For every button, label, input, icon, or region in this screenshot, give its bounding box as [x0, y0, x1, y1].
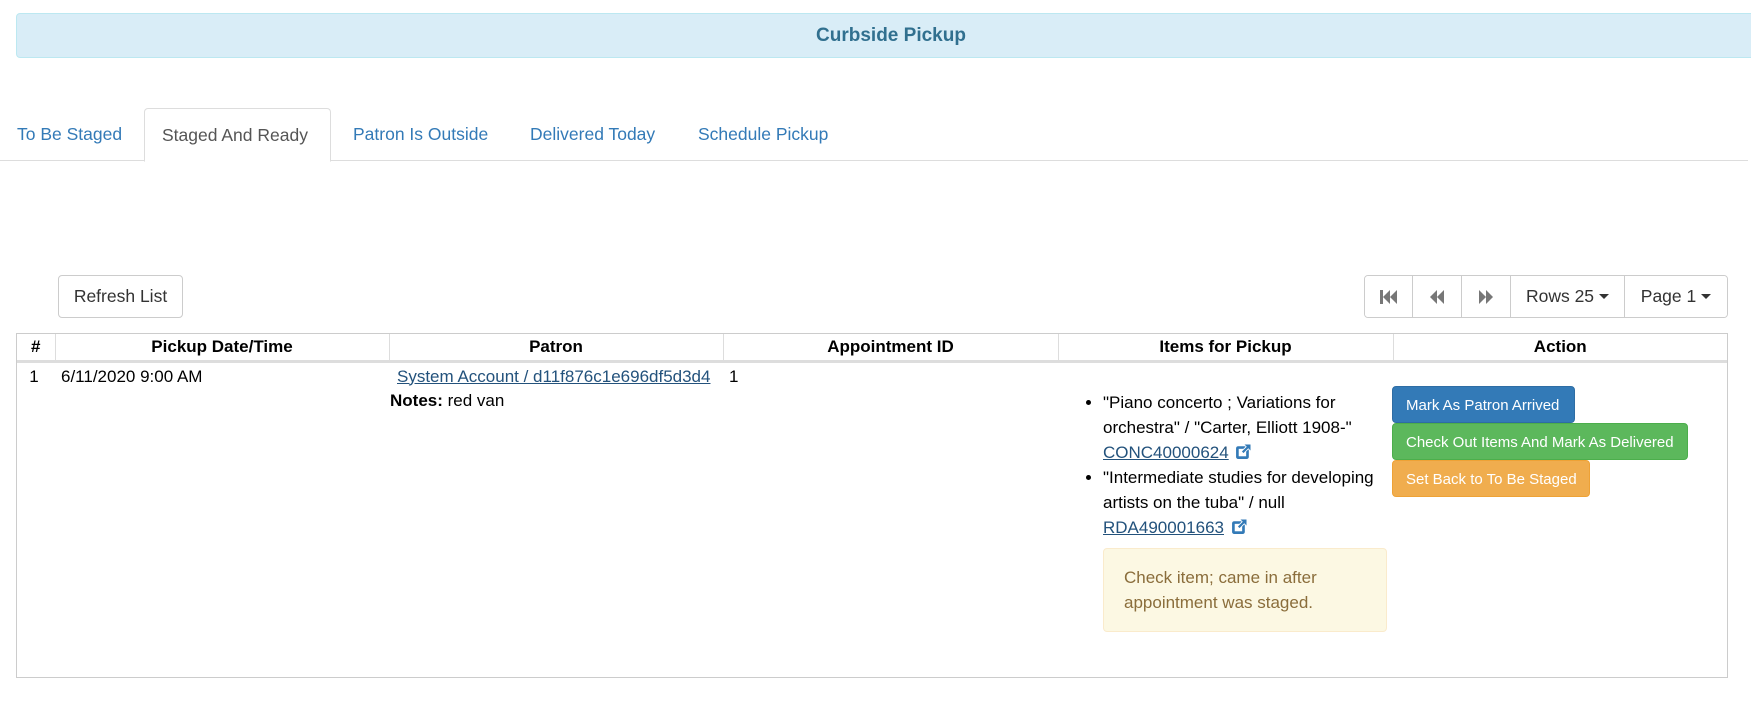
pager: Rows 25 Page 1: [1364, 275, 1728, 318]
column-header-patron[interactable]: Patron: [389, 334, 724, 363]
notes-label: Notes:: [390, 390, 443, 410]
item-title: "Intermediate studies for developing art…: [1103, 467, 1374, 512]
patron-cell: System Account / d11f876c1e696df5d3d4 No…: [389, 361, 723, 634]
previous-page-button[interactable]: [1413, 276, 1462, 317]
caret-down-icon: [1599, 294, 1610, 299]
item-title: "Piano concerto ; Variations for orchest…: [1103, 392, 1352, 437]
forward-icon: [1479, 289, 1493, 304]
tab-delivered-today[interactable]: Delivered Today: [513, 108, 672, 161]
items-list: "Piano concerto ; Variations for orchest…: [1058, 390, 1393, 540]
column-header-action[interactable]: Action: [1393, 334, 1727, 363]
item-warning-alert: Check item; came in after appointment wa…: [1103, 547, 1387, 632]
next-page-button[interactable]: [1462, 276, 1511, 317]
column-header-number[interactable]: #: [17, 334, 56, 363]
checkout-and-deliver-button[interactable]: Check Out Items And Mark As Delivered: [1392, 423, 1688, 460]
backward-icon: [1430, 289, 1444, 304]
column-header-pickup-datetime[interactable]: Pickup Date/Time: [55, 334, 390, 363]
items-cell: "Piano concerto ; Variations for orchest…: [1058, 361, 1393, 634]
tab-patron-is-outside[interactable]: Patron Is Outside: [336, 108, 505, 161]
tab-schedule-pickup[interactable]: Schedule Pickup: [681, 108, 845, 161]
page-banner: Curbside Pickup: [16, 13, 1751, 58]
rows-per-page-dropdown[interactable]: Rows 25: [1511, 276, 1625, 317]
page-label: Page 1: [1640, 286, 1697, 306]
fast-backward-icon: [1379, 289, 1397, 304]
page-title: Curbside Pickup: [816, 25, 966, 46]
patron-notes: Notes: red van: [390, 389, 719, 413]
caret-down-icon: [1701, 294, 1712, 299]
external-link-icon[interactable]: [1231, 518, 1248, 535]
rows-per-page-label: Rows 25: [1525, 286, 1595, 306]
patron-link[interactable]: System Account / d11f876c1e696df5d3d4: [396, 365, 719, 389]
set-back-to-staged-button[interactable]: Set Back to To Be Staged: [1392, 460, 1590, 497]
tab-bar: To Be Staged Staged And Ready Patron Is …: [0, 108, 1748, 162]
row-number: 1: [29, 366, 39, 386]
table-header-row: # Pickup Date/Time Patron Appointment ID…: [17, 334, 1727, 363]
tab-staged-and-ready[interactable]: Staged And Ready: [144, 108, 331, 162]
page-dropdown[interactable]: Page 1: [1625, 276, 1727, 317]
appointments-table: # Pickup Date/Time Patron Appointment ID…: [16, 333, 1728, 678]
list-item: "Intermediate studies for developing art…: [1103, 465, 1393, 540]
column-header-items-for-pickup[interactable]: Items for Pickup: [1058, 334, 1394, 363]
notes-text: red van: [442, 390, 505, 410]
list-item: "Piano concerto ; Variations for orchest…: [1103, 390, 1393, 465]
column-header-appointment-id[interactable]: Appointment ID: [723, 334, 1059, 363]
pickup-datetime: 6/11/2020 9:00 AM: [61, 366, 203, 386]
item-barcode-link[interactable]: CONC40000624: [1103, 443, 1229, 462]
item-barcode-link[interactable]: RDA490001663: [1103, 518, 1224, 537]
first-page-button[interactable]: [1365, 276, 1413, 317]
external-link-icon[interactable]: [1235, 443, 1252, 460]
refresh-list-button[interactable]: Refresh List: [58, 275, 183, 318]
tab-to-be-staged[interactable]: To Be Staged: [0, 108, 139, 161]
appointment-id: 1: [729, 366, 739, 386]
mark-patron-arrived-button[interactable]: Mark As Patron Arrived: [1392, 386, 1575, 423]
